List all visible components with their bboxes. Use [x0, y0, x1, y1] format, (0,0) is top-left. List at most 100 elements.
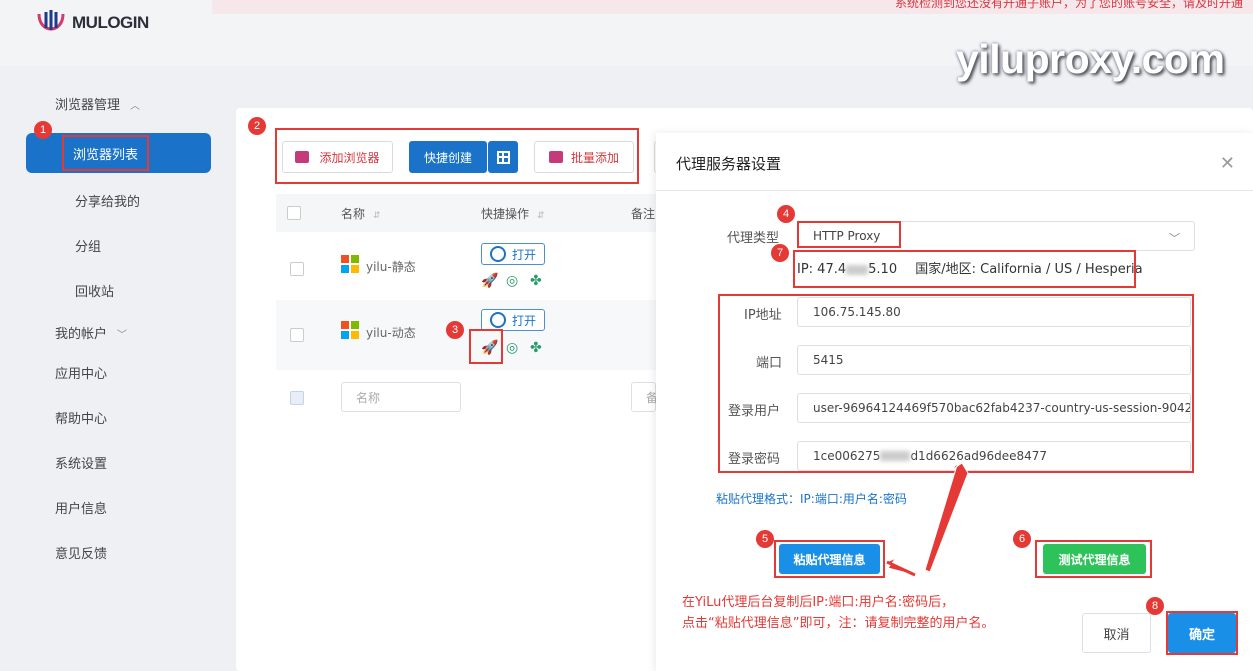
sidebar-item-label: 我的帐户 [55, 327, 108, 342]
sidebar-item-user-info[interactable]: 用户信息 [55, 498, 107, 517]
windows-icon [341, 255, 359, 273]
ip-address-input[interactable]: 106.75.145.80 [797, 297, 1191, 327]
sidebar-item-system-settings[interactable]: 系统设置 [55, 453, 107, 472]
sidebar-item-app-center[interactable]: 应用中心 [55, 363, 107, 382]
name-filter-input[interactable]: 名称 [341, 382, 461, 412]
open-browser-button[interactable]: 打开 [481, 309, 545, 331]
note-line: 点击“粘贴代理信息”即可，注：请复制完整的用户名。 [682, 616, 995, 631]
row-checkbox[interactable] [290, 328, 304, 342]
ip-address-label: IP地址 [744, 308, 782, 323]
sidebar-item-browser-management[interactable]: 浏览器管理 ︿ [55, 94, 140, 113]
port-label: 端口 [756, 356, 783, 371]
table-header [276, 194, 656, 232]
confirm-button[interactable]: 确定 [1168, 613, 1236, 653]
redaction [880, 451, 911, 461]
rocket-icon[interactable]: 🚀 [481, 340, 498, 356]
column-header-remark[interactable]: 备注 [631, 205, 655, 222]
step-badge: 8 [1146, 597, 1164, 615]
add-browser-icon [295, 151, 310, 163]
table-row [276, 300, 656, 370]
chevron-up-icon: ︿ [130, 101, 141, 112]
sidebar-item-recycle-bin[interactable]: 回收站 [75, 281, 114, 300]
password-input[interactable]: 1ce006275 d1d6626ad96dee8477 [797, 441, 1191, 471]
test-proxy-button[interactable]: 测试代理信息 [1043, 544, 1146, 574]
quick-create-button[interactable]: 快捷创建 [409, 141, 487, 173]
column-header-name[interactable]: 名称 ⇵ [341, 205, 381, 222]
sort-icon[interactable]: ⇵ [373, 211, 381, 221]
power-icon [489, 246, 506, 262]
step-badge: 1 [34, 121, 52, 139]
proxy-type-select[interactable]: HTTP Proxy ﹀ [797, 221, 1195, 251]
row-checkbox[interactable] [290, 391, 304, 405]
column-header-actions[interactable]: 快捷操作 ⇵ [481, 205, 545, 222]
sidebar-item-my-account[interactable]: 我的帐户 ﹀ [55, 323, 127, 342]
chevron-down-icon: ﹀ [1169, 232, 1180, 245]
password-part: 1ce006275 [813, 449, 881, 463]
port-input[interactable]: 5415 [797, 345, 1191, 375]
ip-prefix: IP: 47.4 [797, 262, 847, 277]
quick-create-grid-button[interactable] [488, 141, 518, 173]
mulogin-logo-icon [37, 10, 65, 31]
cancel-button[interactable]: 取消 [1082, 613, 1151, 653]
notice-bar: 系统检测到您还没有开通子账户，为了您的账号安全，请及时开通 [212, 0, 1253, 14]
grid-icon [496, 150, 510, 164]
password-label: 登录密码 [728, 452, 781, 467]
step-badge: 3 [446, 321, 464, 339]
chevron-down-icon: ﹀ [117, 330, 128, 341]
dialog-header: 代理服务器设置 ✕ [656, 133, 1253, 191]
sidebar-item-groups[interactable]: 分组 [75, 236, 101, 255]
password-part: d1d6626ad96dee8477 [910, 449, 1048, 463]
button-label: 添加浏览器 [319, 150, 380, 165]
country-info: 国家/地区: California / US / Hesperia [915, 262, 1143, 277]
sidebar-item-label: 浏览器列表 [62, 135, 149, 171]
redaction [846, 264, 869, 275]
rocket-icon[interactable]: 🚀 [481, 273, 498, 289]
app-brand: MULOGIN [72, 13, 149, 32]
batch-add-icon [548, 151, 563, 163]
step-badge: 6 [1013, 530, 1031, 548]
batch-add-button[interactable]: 批量添加 [534, 141, 634, 173]
username-part: fab4237-country-us-session-9042c8 [990, 401, 1191, 415]
select-all-checkbox[interactable] [287, 206, 301, 220]
step-badge: 7 [771, 244, 789, 262]
step-badge: 5 [756, 530, 774, 548]
username-part: user-96964124469f570bac62 [813, 401, 991, 415]
app-logo[interactable]: MULOGIN [34, 8, 149, 38]
sidebar-item-label: 浏览器管理 [55, 98, 121, 113]
watermark: yiluproxy.com [956, 36, 1225, 82]
sidebar-item-feedback[interactable]: 意见反馈 [55, 543, 107, 562]
column-label: 名称 [341, 207, 366, 221]
ip-suffix: 5.10 [868, 262, 898, 277]
browser-name[interactable]: yilu-动态 [366, 324, 416, 341]
close-icon[interactable]: ✕ [1220, 153, 1235, 174]
step-badge: 2 [248, 117, 266, 135]
annotation-note: 在YiLu代理后台复制后IP:端口:用户名:密码后， 点击“粘贴代理信息”即可，… [682, 592, 994, 634]
button-label: 打开 [511, 313, 536, 328]
fingerprint-icon[interactable]: ◎ [506, 273, 518, 289]
windows-icon [341, 321, 359, 339]
selected-value: HTTP Proxy [813, 229, 881, 243]
username-label: 登录用户 [728, 404, 781, 419]
open-browser-button[interactable]: 打开 [481, 243, 545, 265]
column-label: 快捷操作 [481, 207, 530, 221]
notice-text: 系统检测到您还没有开通子账户，为了您的账号安全，请及时开通 [894, 0, 1243, 10]
browser-name[interactable]: yilu-静态 [366, 258, 416, 275]
sort-icon[interactable]: ⇵ [537, 211, 545, 221]
dialog-title: 代理服务器设置 [676, 155, 782, 173]
step-badge: 4 [777, 205, 795, 223]
puzzle-icon[interactable]: ✤ [530, 273, 542, 289]
row-checkbox[interactable] [290, 262, 304, 276]
username-input[interactable]: user-96964124469f570bac62 fab4237-country… [797, 393, 1191, 423]
add-browser-button[interactable]: 添加浏览器 [282, 141, 393, 173]
sidebar-item-help-center[interactable]: 帮助中心 [55, 408, 107, 427]
note-line: 在YiLu代理后台复制后IP:端口:用户名:密码后， [682, 595, 955, 610]
paste-proxy-button[interactable]: 粘贴代理信息 [779, 544, 880, 574]
proxy-type-label: 代理类型 [727, 231, 780, 246]
ip-info: IP: 47.4 5.10 国家/地区: California / US / He… [797, 258, 1143, 277]
fingerprint-icon[interactable]: ◎ [506, 340, 518, 356]
power-icon [489, 312, 506, 328]
button-label: 批量添加 [570, 150, 619, 165]
sidebar-item-shared-with-me[interactable]: 分享给我的 [75, 191, 140, 210]
remark-filter-input[interactable]: 备 [631, 382, 658, 412]
puzzle-icon[interactable]: ✤ [530, 340, 542, 356]
